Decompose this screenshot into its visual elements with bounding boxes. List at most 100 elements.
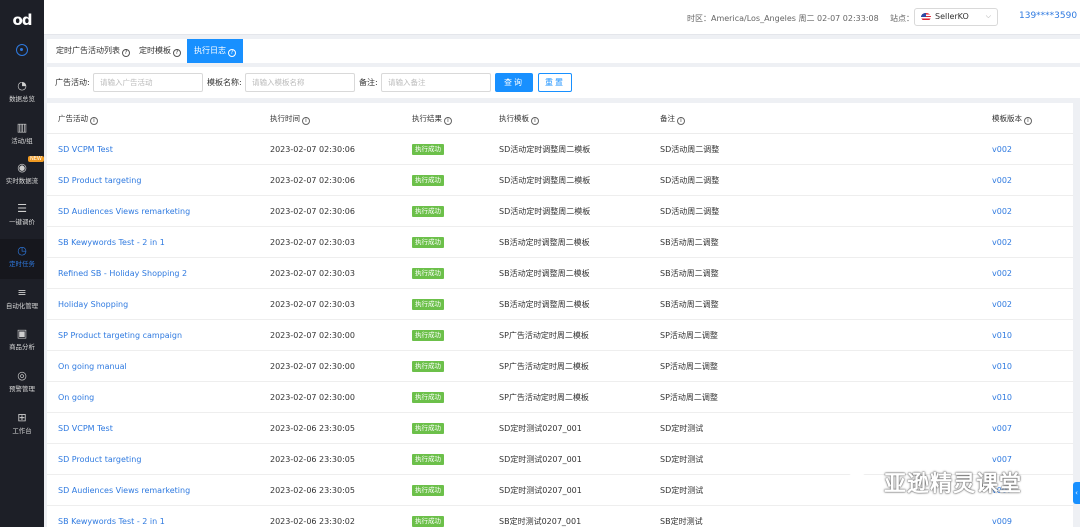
column-header-campaign[interactable]: 广告活动 i [58,103,98,134]
reset-button[interactable]: 重置 [538,73,572,92]
sidebar-item-label: 商品分析 [9,343,35,351]
remark-text: SP活动周二调整 [660,393,718,402]
site-select[interactable]: SellerKO ⌵ [914,8,998,26]
sidebar-item[interactable]: ◷ 定时任务 [0,239,44,279]
timezone-display: 时区：America/Los_Angeles 周二 02-07 02:33:08 [687,14,879,23]
template-filter-input[interactable] [245,73,355,92]
help-icon: ? [122,49,130,57]
new-badge: NEW [28,156,44,162]
help-icon: i [677,117,685,125]
campaign-link[interactable]: Holiday Shopping [58,289,128,320]
template-name: SB定时测试0207_001 [499,517,582,526]
column-header-result[interactable]: 执行结果 i [412,103,452,134]
execution-time: 2023-02-07 02:30:06 [270,145,355,154]
sidebar-item[interactable]: ▥ 活动/组 [0,116,44,156]
watermark: 亚逊精灵课堂 [844,466,1054,497]
template-name: SD定时测试0207_001 [499,424,582,433]
template-version-link[interactable]: v007 [992,413,1012,444]
tab-bar: 定时广告活动列表? 定时模板? 执行日志? [47,39,1080,63]
site-select-value: SellerKO [935,12,969,21]
campaign-link[interactable]: SP Product targeting campaign [58,320,182,351]
column-header-template[interactable]: 执行模板 i [499,103,539,134]
account-menu[interactable]: 139****3590 [1019,11,1077,21]
execution-time: 2023-02-07 02:30:03 [270,238,355,247]
template-name: SP广告活动定时周二模板 [499,362,589,371]
tab-scheduled-template[interactable]: 定时模板? [132,39,188,63]
site-label: 站点： [890,14,914,23]
grid-icon: ⊞ [17,411,27,424]
remark-text: SB活动周二调整 [660,300,719,309]
search-button[interactable]: 查询 [495,73,533,92]
sidebar-item-label: 预警管理 [9,385,35,393]
sidebar-item[interactable]: ◉ 实时数据流 NEW [0,156,44,196]
template-version-link[interactable]: v002 [992,134,1012,165]
campaign-link[interactable]: SB Kewywords Test - 2 in 1 [58,227,165,258]
result-badge: 执行成功 [412,330,444,341]
template-version-link[interactable]: v002 [992,196,1012,227]
campaign-filter-input[interactable] [93,73,203,92]
sidebar-item[interactable]: ▣ 商品分析 [0,322,44,362]
campaign-link[interactable]: SD VCPM Test [58,413,113,444]
result-badge: 执行成功 [412,175,444,186]
result-badge: 执行成功 [412,144,444,155]
table-row: SD Audiences Views remarketing 2023-02-07… [47,196,1073,227]
table-row: SB Kewywords Test - 2 in 1 2023-02-07 02:… [47,227,1073,258]
template-name: SB活动定时调整周二模板 [499,300,590,309]
campaign-link[interactable]: SD VCPM Test [58,134,113,165]
wechat-icon [844,472,878,494]
template-filter-label: 模板名称: [207,78,242,87]
table-row: SD VCPM Test 2023-02-06 23:30:05 执行成功 SD定时测… [47,413,1073,444]
template-version-link[interactable]: v009 [992,506,1012,527]
sidebar-item[interactable]: ≡ 自动化管理 [0,281,44,321]
campaign-link[interactable]: On going manual [58,351,127,382]
template-name: SD活动定时调整周二模板 [499,207,591,216]
column-header-version[interactable]: 模板版本 i [992,103,1032,134]
remark-text: SD活动周二调整 [660,207,720,216]
collapse-panel-button[interactable]: ‹ [1073,482,1080,504]
remark-text: SD定时测试 [660,455,704,464]
remark-filter-input[interactable] [381,73,491,92]
app-logo[interactable]: od [0,8,44,32]
bar-chart-icon: ▥ [16,121,28,134]
template-name: SP广告活动定时周二模板 [499,331,589,340]
campaign-link[interactable]: Refined SB - Holiday Shopping 2 [58,258,187,289]
template-version-link[interactable]: v010 [992,320,1012,351]
campaign-link[interactable]: SD Product targeting [58,165,141,196]
template-version-link[interactable]: v002 [992,289,1012,320]
sidebar-item[interactable]: ⊞ 工作台 [0,406,44,446]
top-bar: 时区：America/Los_Angeles 周二 02-07 02:33:08… [44,0,1080,35]
template-version-link[interactable]: v010 [992,382,1012,413]
table-row: SD VCPM Test 2023-02-07 02:30:06 执行成功 SD活动定… [47,134,1073,165]
result-badge: 执行成功 [412,516,444,527]
campaign-filter-label: 广告活动: [55,78,90,87]
adjust-icon: ☰ [17,202,27,215]
result-badge: 执行成功 [412,485,444,496]
campaign-link[interactable]: SD Audiences Views remarketing [58,475,190,506]
sidebar-item[interactable]: ◎ 预警管理 [0,364,44,404]
clock-icon: ◷ [17,244,27,257]
campaign-link[interactable]: SD Audiences Views remarketing [58,196,190,227]
template-name: SD活动定时调整周二模板 [499,176,591,185]
tab-execution-log[interactable]: 执行日志? [187,39,243,63]
sidebar-item[interactable]: ◔ 数据总览 [0,74,44,114]
remark-text: SB定时测试 [660,517,703,526]
help-icon: i [444,117,452,125]
template-version-link[interactable]: v002 [992,258,1012,289]
campaign-link[interactable]: SB Kewywords Test - 2 in 1 [58,506,165,527]
execution-time: 2023-02-07 02:30:03 [270,300,355,309]
template-version-link[interactable]: v002 [992,227,1012,258]
campaign-link[interactable]: On going [58,382,94,413]
column-header-remark[interactable]: 备注 i [660,103,685,134]
column-header-time[interactable]: 执行时间 i [270,103,310,134]
execution-time: 2023-02-07 02:30:03 [270,269,355,278]
dashboard-icon[interactable] [16,44,28,56]
campaign-link[interactable]: SD Product targeting [58,444,141,475]
table-row: SP Product targeting campaign 2023-02-07 … [47,320,1073,351]
template-version-link[interactable]: v002 [992,165,1012,196]
sidebar-item[interactable]: ☰ 一键调价 [0,197,44,237]
template-version-link[interactable]: v010 [992,351,1012,382]
execution-time: 2023-02-07 02:30:00 [270,362,355,371]
tab-scheduled-campaign-list[interactable]: 定时广告活动列表? [49,39,137,63]
result-badge: 执行成功 [412,237,444,248]
execution-time: 2023-02-06 23:30:02 [270,517,355,526]
